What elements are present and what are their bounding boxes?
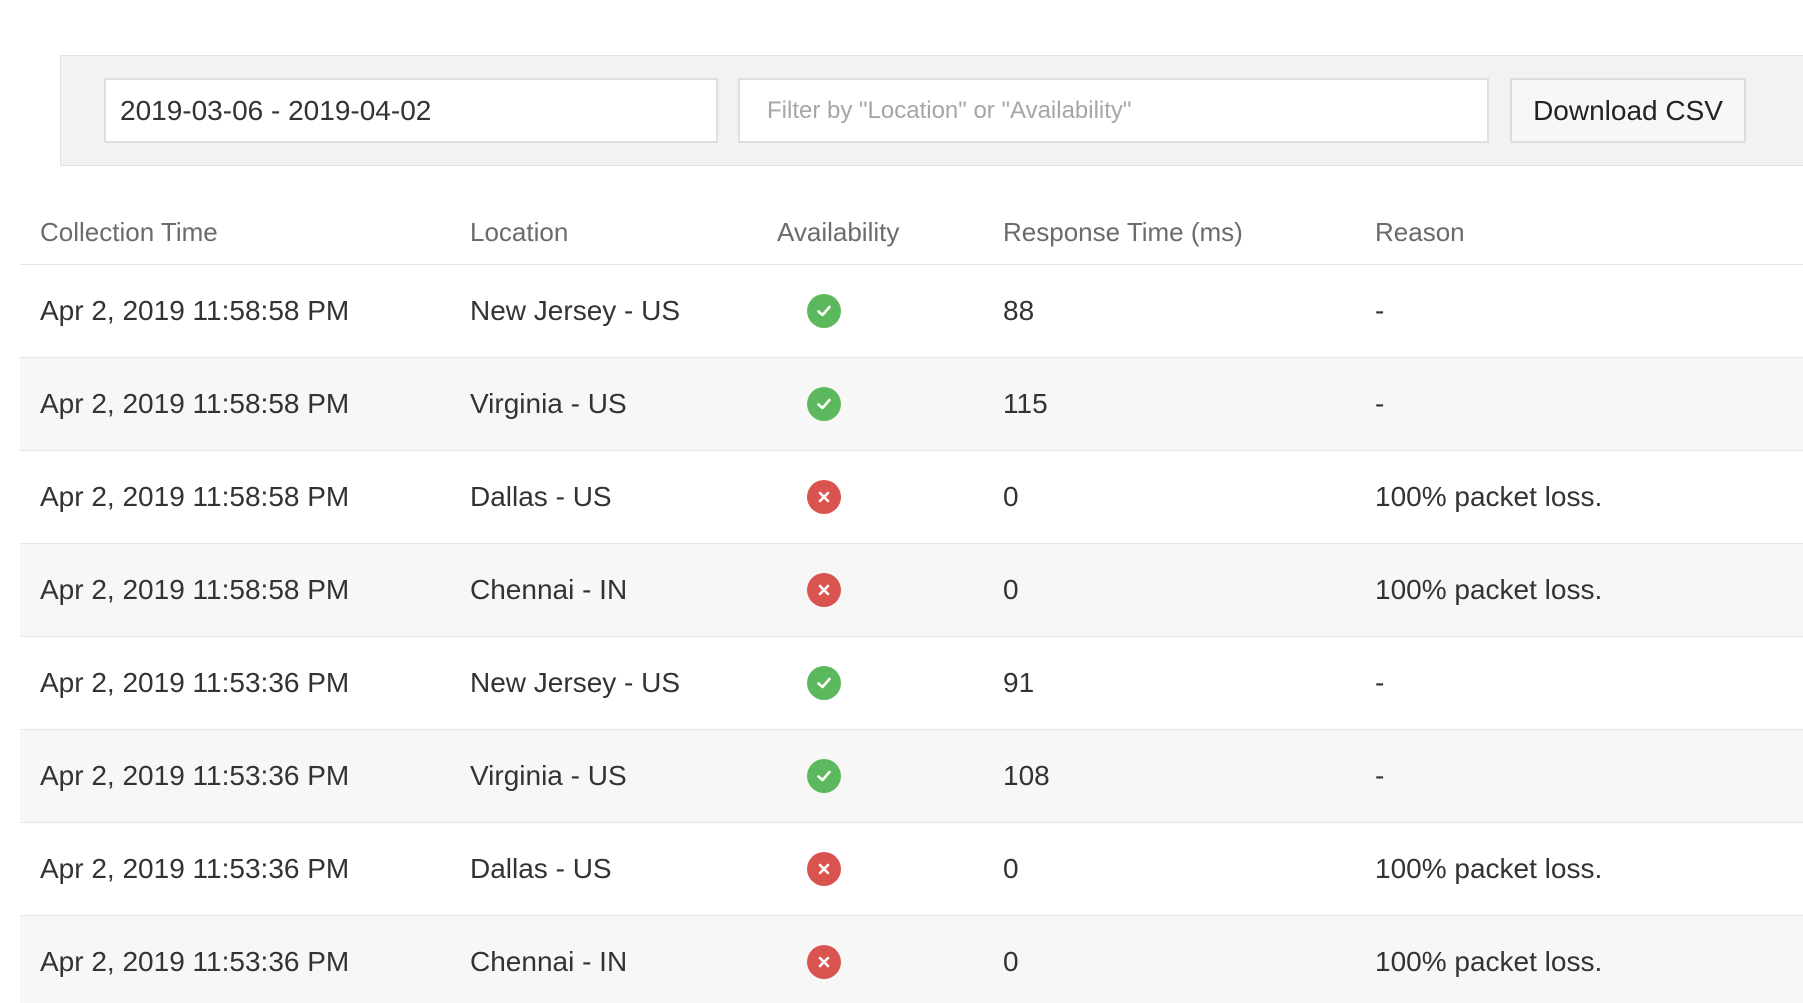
reason-cell: 100% packet loss.: [1375, 481, 1603, 512]
table-header: Collection Time Location Availability Re…: [20, 200, 1803, 265]
collection-time-cell: Apr 2, 2019 11:58:58 PM: [40, 574, 350, 605]
response-time-cell: 91: [1003, 667, 1035, 698]
filter-toolbar: 2019-03-06 - 2019-04-02 Download CSV: [60, 55, 1803, 166]
reason-cell: 100% packet loss.: [1375, 574, 1603, 605]
collection-time-cell: Apr 2, 2019 11:53:36 PM: [40, 946, 350, 977]
location-cell: Chennai - IN: [470, 946, 628, 977]
table-row[interactable]: Apr 2, 2019 11:58:58 PM Chennai - IN 0 1…: [20, 544, 1803, 637]
reason-cell: -: [1375, 295, 1385, 326]
location-cell: New Jersey - US: [470, 295, 681, 326]
x-circle-icon: [807, 852, 841, 886]
location-cell: Virginia - US: [470, 760, 627, 791]
response-time-cell: 0: [1003, 481, 1019, 512]
date-range-picker[interactable]: 2019-03-06 - 2019-04-02: [104, 78, 718, 143]
collection-time-cell: Apr 2, 2019 11:58:58 PM: [40, 388, 350, 419]
date-range-value: 2019-03-06 - 2019-04-02: [120, 94, 432, 126]
table-row[interactable]: Apr 2, 2019 11:53:36 PM Virginia - US 10…: [20, 730, 1803, 823]
check-circle-icon: [807, 294, 841, 328]
table-row[interactable]: Apr 2, 2019 11:58:58 PM Dallas - US 0 10…: [20, 451, 1803, 544]
table-body: Apr 2, 2019 11:58:58 PM New Jersey - US …: [20, 265, 1803, 1003]
response-time-cell: 0: [1003, 574, 1019, 605]
location-cell: Virginia - US: [470, 388, 627, 419]
table-row[interactable]: Apr 2, 2019 11:53:36 PM New Jersey - US …: [20, 637, 1803, 730]
reason-cell: 100% packet loss.: [1375, 946, 1603, 977]
location-cell: Dallas - US: [470, 853, 612, 884]
table-row[interactable]: Apr 2, 2019 11:58:58 PM Virginia - US 11…: [20, 358, 1803, 451]
response-time-cell: 88: [1003, 295, 1035, 326]
check-circle-icon: [807, 759, 841, 793]
availability-cell: [777, 730, 841, 822]
location-cell: Chennai - IN: [470, 574, 628, 605]
reason-cell: 100% packet loss.: [1375, 853, 1603, 884]
availability-cell: [777, 637, 841, 729]
collection-time-cell: Apr 2, 2019 11:53:36 PM: [40, 760, 350, 791]
check-circle-icon: [807, 666, 841, 700]
collection-time-cell: Apr 2, 2019 11:58:58 PM: [40, 295, 350, 326]
availability-cell: [777, 916, 841, 1003]
availability-cell: [777, 451, 841, 543]
filter-input[interactable]: [738, 78, 1489, 143]
x-circle-icon: [807, 480, 841, 514]
location-cell: Dallas - US: [470, 481, 612, 512]
reason-cell: -: [1375, 760, 1385, 791]
table-row[interactable]: Apr 2, 2019 11:53:36 PM Chennai - IN 0 1…: [20, 916, 1803, 1003]
x-circle-icon: [807, 945, 841, 979]
availability-cell: [777, 265, 841, 357]
response-time-cell: 0: [1003, 946, 1019, 977]
response-time-cell: 0: [1003, 853, 1019, 884]
location-cell: New Jersey - US: [470, 667, 681, 698]
monitor-log-page: 2019-03-06 - 2019-04-02 Download CSV Col…: [0, 0, 1803, 1003]
header-availability[interactable]: Availability: [777, 200, 899, 264]
x-circle-icon: [807, 573, 841, 607]
collection-time-cell: Apr 2, 2019 11:58:58 PM: [40, 481, 350, 512]
response-time-cell: 115: [1003, 388, 1048, 419]
availability-cell: [777, 823, 841, 915]
response-time-cell: 108: [1003, 760, 1050, 791]
check-circle-icon: [807, 387, 841, 421]
header-collection-time[interactable]: Collection Time: [40, 200, 218, 264]
reason-cell: -: [1375, 388, 1385, 419]
availability-cell: [777, 358, 841, 450]
header-location[interactable]: Location: [470, 200, 568, 264]
table-row[interactable]: Apr 2, 2019 11:58:58 PM New Jersey - US …: [20, 265, 1803, 358]
header-reason[interactable]: Reason: [1375, 200, 1465, 264]
availability-cell: [777, 544, 841, 636]
collection-time-cell: Apr 2, 2019 11:53:36 PM: [40, 853, 350, 884]
table-row[interactable]: Apr 2, 2019 11:53:36 PM Dallas - US 0 10…: [20, 823, 1803, 916]
header-response-time[interactable]: Response Time (ms): [1003, 200, 1243, 264]
collection-time-cell: Apr 2, 2019 11:53:36 PM: [40, 667, 350, 698]
download-csv-button[interactable]: Download CSV: [1510, 78, 1746, 143]
reason-cell: -: [1375, 667, 1385, 698]
results-table: Collection Time Location Availability Re…: [20, 200, 1803, 1003]
